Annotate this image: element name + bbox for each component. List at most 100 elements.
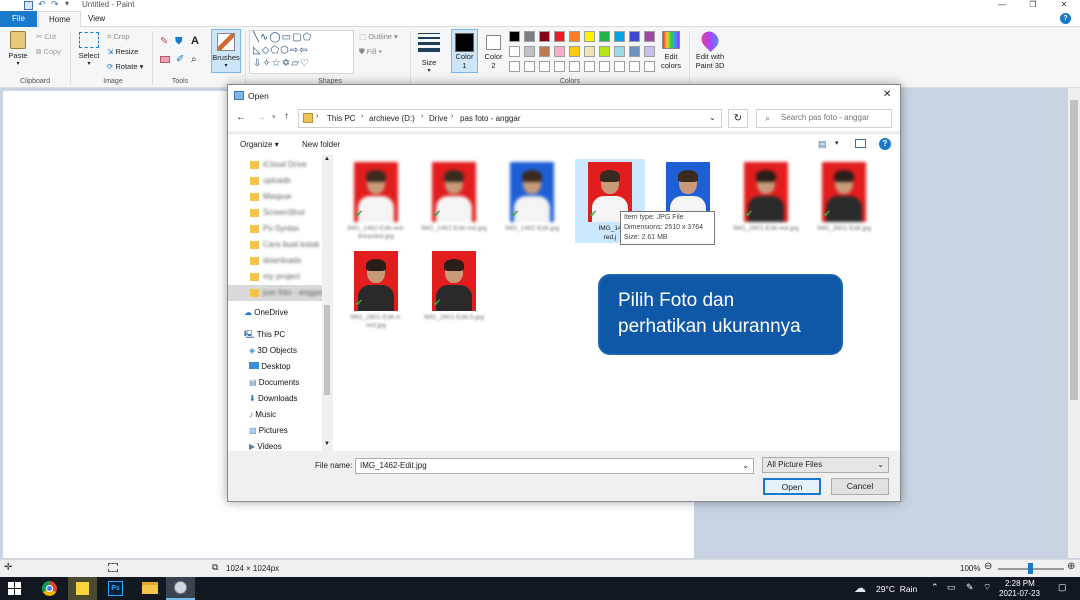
filename-input[interactable]: IMG_1462-Edit.jpg ⌄ [355, 458, 754, 474]
nav-quick-access-item[interactable]: Ps-Syntax [228, 221, 332, 237]
taskbar-paint[interactable] [166, 577, 195, 600]
color1-button[interactable]: Color 1 [451, 29, 478, 73]
file-item[interactable]: ✔ IMG_2801-Edit.jpg [809, 159, 879, 243]
help-icon[interactable]: ? [1060, 13, 1071, 24]
nav-quick-access-item[interactable]: pas foto - anggar [228, 285, 332, 301]
dialog-help-icon[interactable]: ? [879, 138, 891, 150]
crop-button[interactable]: ⌗ Crop [107, 32, 130, 42]
color-swatch[interactable] [524, 46, 535, 57]
callout-shape-icon[interactable]: ▱ [291, 58, 300, 69]
clock-date[interactable]: 2021-07-23 [999, 589, 1040, 598]
nav-scrollbar[interactable]: ▲ ▼ [322, 155, 332, 451]
nav-videos[interactable]: ▶ Videos [228, 439, 332, 455]
file-item[interactable]: ✔ IMG_1462-Edit-red.jpg [419, 159, 489, 243]
fill-button[interactable]: ⛊ Fill ▾ [359, 47, 382, 57]
color-swatch[interactable] [629, 61, 640, 72]
organize-button[interactable]: Organize ▾ [240, 140, 279, 149]
scroll-thumb[interactable] [1070, 100, 1078, 400]
color-swatch[interactable] [509, 61, 520, 72]
color-swatch[interactable] [629, 31, 640, 42]
rectangle-shape-icon[interactable]: ▭ [282, 32, 292, 43]
color-swatch[interactable] [584, 31, 595, 42]
network-icon[interactable]: ▭ [947, 582, 956, 593]
breadcrumb-drive[interactable]: Drive [429, 114, 448, 123]
taskbar-sticky-notes[interactable] [68, 577, 97, 600]
color-swatch[interactable] [539, 31, 550, 42]
color2-button[interactable]: Color 2 [481, 29, 506, 73]
close-icon[interactable]: ✕ [1052, 0, 1076, 11]
edit-colors-button[interactable]: Edit colors [657, 31, 685, 70]
color-swatch[interactable] [614, 46, 625, 57]
minimize-icon[interactable]: — [990, 0, 1014, 11]
color-swatch[interactable] [629, 46, 640, 57]
color-swatch[interactable] [539, 46, 550, 57]
search-box[interactable]: ⌕ [756, 109, 892, 128]
color-swatch[interactable] [599, 46, 610, 57]
zoom-out-icon[interactable]: ⊖ [984, 561, 992, 572]
open-button[interactable]: Open [763, 478, 821, 495]
taskbar-chrome[interactable] [42, 581, 57, 596]
rotate-button[interactable]: ⟳ Rotate ▾ [107, 62, 143, 71]
color-swatch[interactable] [524, 61, 535, 72]
pen-icon[interactable]: ✎ [966, 582, 974, 593]
hexagon-shape-icon[interactable]: ⬡ [280, 45, 290, 56]
tab-home[interactable]: Home [38, 11, 82, 27]
brushes-button[interactable]: Brushes ▾ [211, 29, 241, 73]
nav-quick-access-item[interactable]: downloads [228, 253, 332, 269]
star4-shape-icon[interactable]: ✧ [262, 58, 271, 69]
nav-3d-objects[interactable]: ◈ 3D Objects [228, 343, 332, 359]
scroll-up-icon[interactable]: ▲ [324, 156, 330, 162]
color-palette[interactable] [509, 31, 659, 79]
color-swatch[interactable] [644, 31, 655, 42]
nav-quick-access-item[interactable]: Cara buat kotak [228, 237, 332, 253]
nav-downloads[interactable]: ⬇ Downloads [228, 391, 332, 407]
filetype-dropdown-icon[interactable]: ⌄ [877, 458, 884, 472]
forward-arrow-icon[interactable]: → [256, 112, 266, 123]
vertical-scrollbar[interactable] [1068, 88, 1080, 558]
redo-icon[interactable]: ↷ [51, 0, 59, 10]
color-swatch[interactable] [509, 31, 520, 42]
notifications-icon[interactable]: ▢ [1058, 582, 1067, 593]
save-icon[interactable] [24, 1, 33, 10]
weather-icon[interactable]: ☁ [854, 581, 866, 595]
cut-button[interactable]: ✂ Cut [36, 32, 56, 41]
start-button[interactable] [8, 582, 21, 595]
filename-dropdown-icon[interactable]: ⌄ [742, 459, 749, 473]
edit-with-paint3d-button[interactable]: Edit with Paint 3D [693, 27, 727, 70]
nav-quick-access-item[interactable]: Maspue [228, 189, 332, 205]
file-item[interactable]: ✔ IMG_1462-Edit-red-breasted.jpg [341, 159, 411, 243]
file-item[interactable]: ✔ IMG_2801-Edit-red.jpg [731, 159, 801, 243]
zoom-slider[interactable] [998, 563, 1064, 574]
zoom-in-icon[interactable]: ⊕ [1067, 561, 1075, 572]
taskbar-photoshop[interactable]: Ps [108, 581, 123, 596]
taskbar-file-explorer[interactable] [142, 582, 158, 594]
polygon-shape-icon[interactable]: ⬠ [303, 32, 313, 43]
color-swatch[interactable] [614, 61, 625, 72]
nav-music[interactable]: ♪ Music [228, 407, 332, 423]
filetype-select[interactable]: All Picture Files ⌄ [762, 457, 889, 473]
color-swatch[interactable] [599, 61, 610, 72]
change-view-icon[interactable]: ▤ [818, 139, 827, 150]
nav-scroll-thumb[interactable] [324, 305, 330, 395]
file-item[interactable]: ✔ IMG_2801-Edit-4-red.jpg [341, 248, 411, 332]
wifi-icon[interactable]: ⌔ [983, 582, 991, 593]
color-swatch[interactable] [554, 31, 565, 42]
color-picker-icon[interactable]: ✐ [176, 54, 184, 65]
clock-time[interactable]: 2:28 PM [1005, 579, 1035, 588]
color-swatch[interactable] [569, 46, 580, 57]
file-item[interactable]: ✔ IMG_1462-Edit.jpg [497, 159, 567, 243]
pentagon-shape-icon[interactable]: ⬠ [270, 45, 280, 56]
file-item[interactable]: ✔ IMG_2801-Edit-5.jpg [419, 248, 489, 332]
paste-button[interactable]: Paste ▾ [5, 31, 31, 71]
tray-chevron-icon[interactable]: ⌃ [931, 582, 939, 593]
pencil-icon[interactable]: ✎ [160, 36, 168, 47]
scroll-down-icon[interactable]: ▼ [324, 441, 330, 447]
recent-chevron-icon[interactable]: ▾ [272, 113, 276, 121]
color-swatch[interactable] [644, 61, 655, 72]
triangle-shape-icon[interactable]: ◺ [253, 45, 262, 56]
tab-view[interactable]: View [78, 11, 115, 27]
breadcrumb-drive-d[interactable]: archieve (D:) [369, 114, 415, 123]
address-dropdown-icon[interactable]: ⌄ [709, 113, 716, 122]
text-icon[interactable]: A [191, 35, 199, 47]
address-bar[interactable]: › This PC › archieve (D:) › Drive › pas … [298, 109, 722, 128]
